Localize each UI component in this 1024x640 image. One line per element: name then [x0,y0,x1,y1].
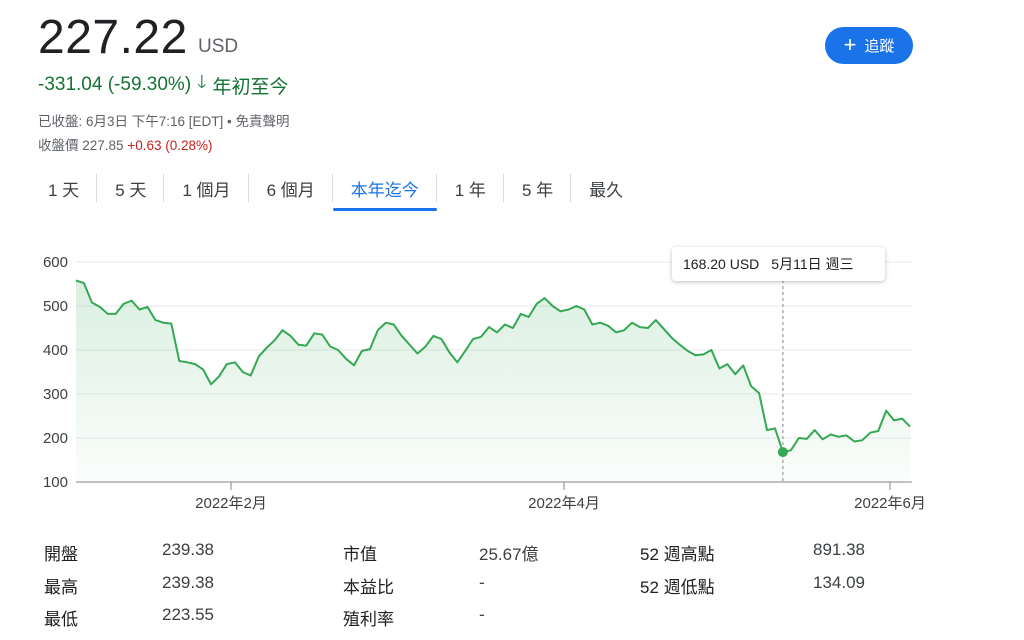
hover-point [777,447,788,458]
y-tick-label: 300 [43,386,68,403]
stat-value-market-cap: 25.67億 [479,545,539,564]
range-tabs: 1 天 5 天 1 個月 6 個月 本年迄今 1 年 5 年 最久 [30,170,641,213]
tooltip-date: 5月11日 週三 [771,256,854,272]
stat-label-market-cap: 市值 [343,545,377,564]
stat-value-52wk-high: 891.38 [813,540,865,559]
change-period: 年初至今 [212,76,289,98]
tab-1-day[interactable]: 1 天 [30,170,98,213]
plus-icon: + [843,31,857,57]
y-tick-label: 200 [43,430,68,447]
tab-label: 5 年 [521,181,554,200]
price-chart[interactable]: 600 500 400 300 200 100 2022年2月 2022年4月 2022年6月 [0,240,1024,530]
currency-label: USD [198,36,239,57]
y-tick-label: 100 [43,474,68,491]
y-tick-label: 600 [43,254,68,271]
tab-label: 1 個月 [182,181,231,200]
price-change: -331.04 (-59.30%) 🡓 年初至今 [38,70,289,100]
tab-5-years[interactable]: 5 年 [504,170,572,213]
chart-tooltip: 168.20 USD 5月11日 週三 [672,247,885,281]
stat-label-dividend-yield: 殖利率 [343,610,394,629]
tab-label: 5 天 [115,181,147,200]
tab-label: 6 個月 [266,181,315,200]
stat-value-high: 239.38 [162,573,214,592]
stat-label-low: 最低 [44,610,78,629]
x-tick-label: 2022年6月 [854,495,926,512]
tab-6-months[interactable]: 6 個月 [249,170,333,213]
stat-label-52wk-low: 52 週低點 [640,578,715,597]
close-price-change: +0.63 (0.28%) [127,138,213,153]
tab-year-to-date[interactable]: 本年迄今 [332,170,437,213]
tab-label: 最久 [589,181,624,200]
close-price-info: 收盤價 227.85 +0.63 (0.28%) [38,134,213,154]
tab-1-month[interactable]: 1 個月 [164,170,249,213]
stat-label-pe-ratio: 本益比 [343,578,394,597]
stat-value-pe-ratio: - [479,573,485,592]
stat-value-dividend-yield: - [479,605,485,624]
stock-price: 227.22 [38,11,188,64]
follow-button-label: 追蹤 [864,38,895,55]
stat-label-open: 開盤 [44,545,78,564]
stat-value-open: 239.38 [162,540,214,559]
stat-label-52wk-high: 52 週高點 [640,545,715,564]
y-tick-label: 400 [43,342,68,359]
tab-label: 本年迄今 [350,181,419,200]
tab-label: 1 年 [454,181,486,200]
stat-label-high: 最高 [44,578,78,597]
stat-value-52wk-low: 134.09 [813,573,865,592]
tab-1-year[interactable]: 1 年 [437,170,505,213]
market-closed-info: 已收盤: 6月3日 下午7:16 [EDT] • 免責聲明 [38,114,290,129]
arrow-down-icon: 🡓 [197,72,207,92]
tab-max[interactable]: 最久 [571,170,641,213]
x-tick-label: 2022年2月 [195,495,267,512]
x-tick-label: 2022年4月 [528,495,600,512]
y-tick-label: 500 [43,298,68,315]
stat-value-low: 223.55 [162,605,214,624]
active-tab-underline [332,208,437,211]
tooltip-value: 168.20 USD [683,256,760,272]
tab-label: 1 天 [48,181,80,200]
tab-5-days[interactable]: 5 天 [97,170,165,213]
change-value: -331.04 (-59.30%) [38,74,192,95]
follow-button[interactable]: + 追蹤 [825,27,913,64]
close-price-label: 收盤價 227.85 [38,138,124,153]
